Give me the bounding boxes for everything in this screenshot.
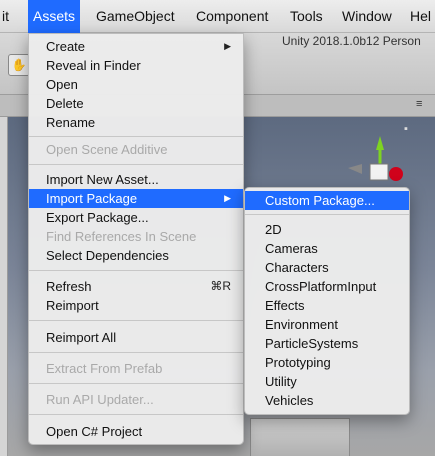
menu-item-label: Import Package: [46, 191, 138, 206]
menu-separator: [245, 214, 409, 215]
menu-separator: [29, 136, 243, 137]
menu-item-reveal-in-finder[interactable]: Reveal in Finder: [29, 56, 243, 75]
menu-item-particlesystems[interactable]: ParticleSystems: [245, 334, 409, 353]
menu-item-import-new-asset[interactable]: Import New Asset...: [29, 170, 243, 189]
menu-item-cameras[interactable]: Cameras: [245, 239, 409, 258]
gizmo-cube-icon[interactable]: [369, 163, 389, 181]
menu-separator: [29, 270, 243, 271]
menu-item-rename[interactable]: Rename: [29, 113, 243, 132]
menu-item-delete[interactable]: Delete: [29, 94, 243, 113]
menu-bar: it Assets GameObject Component Tools Win…: [0, 0, 435, 33]
menu-item-reimport[interactable]: Reimport: [29, 296, 243, 315]
menu-gameobject[interactable]: GameObject: [96, 0, 175, 33]
menu-assets[interactable]: Assets: [28, 0, 81, 33]
menu-item-environment[interactable]: Environment: [245, 315, 409, 334]
assets-menu: Create ▶ Reveal in Finder Open Delete Re…: [28, 33, 244, 445]
menu-item-label: Refresh: [46, 279, 92, 294]
chevron-right-icon: ▶: [224, 193, 231, 203]
import-package-submenu: Custom Package... 2D Cameras Characters …: [244, 187, 410, 415]
menu-item-effects[interactable]: Effects: [245, 296, 409, 315]
menu-item-custom-package[interactable]: Custom Package...: [245, 191, 409, 210]
menu-separator: [29, 164, 243, 165]
menu-item-open-csharp-project[interactable]: Open C# Project: [29, 422, 243, 441]
menu-item-reimport-all[interactable]: Reimport All: [29, 328, 243, 347]
menu-item-create[interactable]: Create ▶: [29, 37, 243, 56]
gizmo-y-axis-icon[interactable]: [376, 136, 384, 150]
shortcut-label: ⌘R: [210, 279, 231, 293]
hand-tool-button[interactable]: ✋: [8, 54, 30, 76]
menu-item-crossplatforminput[interactable]: CrossPlatformInput: [245, 277, 409, 296]
menu-component[interactable]: Component: [196, 0, 268, 33]
menu-item-characters[interactable]: Characters: [245, 258, 409, 277]
menu-item-select-dependencies[interactable]: Select Dependencies: [29, 246, 243, 265]
menu-item-label: Create: [46, 39, 86, 54]
menu-item-open[interactable]: Open: [29, 75, 243, 94]
menu-item-run-api-updater: Run API Updater...: [46, 392, 154, 407]
menu-item-refresh[interactable]: Refresh ⌘R: [29, 277, 243, 296]
menu-window[interactable]: Window: [342, 0, 392, 33]
menu-item-extract-from-prefab: Extract From Prefab: [46, 361, 163, 376]
version-label: Unity 2018.1.0b12 Person: [282, 34, 421, 48]
menu-help[interactable]: Hel: [410, 0, 431, 33]
menu-item-prototyping[interactable]: Prototyping: [245, 353, 409, 372]
menu-separator: [29, 352, 243, 353]
menu-edit[interactable]: it: [2, 0, 9, 33]
gizmo-x-axis-icon[interactable]: [389, 167, 403, 181]
menu-item-find-references: Find References In Scene: [46, 229, 197, 244]
chevron-right-icon: ▶: [224, 41, 231, 51]
gizmo-z-axis-icon[interactable]: [348, 164, 362, 174]
menu-separator: [29, 414, 243, 415]
menu-separator: [29, 320, 243, 321]
menu-item-import-package[interactable]: Import Package ▶: [29, 189, 243, 208]
scene-object[interactable]: [250, 418, 350, 456]
panel-menu-icon[interactable]: ≡: [416, 98, 422, 110]
menu-item-export-package[interactable]: Export Package...: [29, 208, 243, 227]
menu-separator: [29, 383, 243, 384]
hierarchy-panel-edge: [0, 117, 8, 456]
menu-item-open-scene-additive: Open Scene Additive: [46, 142, 168, 157]
menu-item-utility[interactable]: Utility: [245, 372, 409, 391]
menu-item-vehicles[interactable]: Vehicles: [245, 391, 409, 410]
menu-tools[interactable]: Tools: [290, 0, 323, 33]
menu-item-2d[interactable]: 2D: [245, 220, 409, 239]
